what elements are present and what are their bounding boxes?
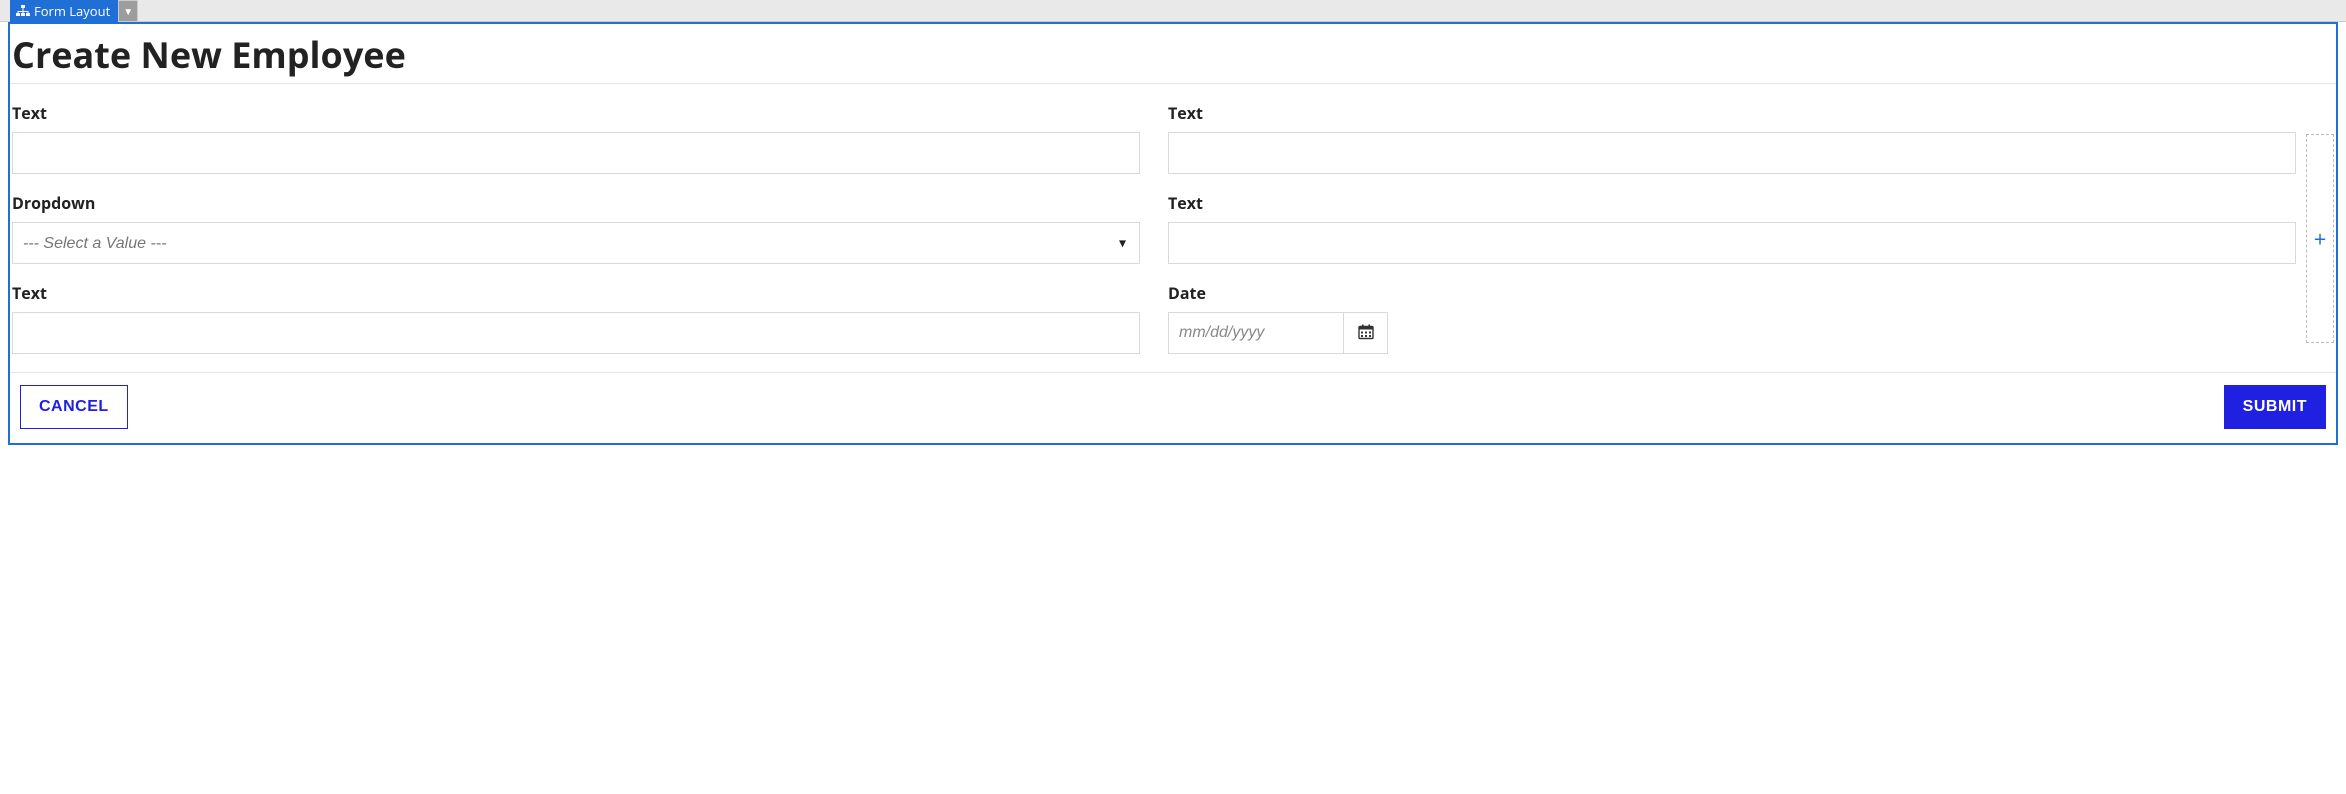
plus-icon: +	[2314, 224, 2327, 254]
date-input[interactable]	[1168, 312, 1344, 354]
dropdown-input[interactable]: --- Select a Value ---	[12, 222, 1140, 264]
field-label: Text	[12, 282, 1140, 304]
field-text-2: Text	[1168, 102, 2296, 174]
text-input[interactable]	[1168, 132, 2296, 174]
text-input[interactable]	[12, 132, 1140, 174]
date-picker-button[interactable]	[1344, 312, 1388, 354]
field-text-4: Text	[12, 282, 1140, 354]
field-label: Text	[1168, 192, 2296, 214]
submit-button[interactable]: SUBMIT	[2224, 385, 2326, 429]
cancel-button[interactable]: CANCEL	[20, 385, 128, 429]
designer-topbar: Form Layout ▼	[0, 0, 2346, 22]
component-tag[interactable]: Form Layout	[10, 0, 118, 22]
caret-down-icon: ▼	[123, 4, 133, 18]
form-actions: CANCEL SUBMIT	[10, 373, 2336, 429]
field-label: Text	[12, 102, 1140, 124]
form-layout-container[interactable]: Create New Employee Text Text Dropdown -…	[8, 22, 2338, 445]
text-input[interactable]	[1168, 222, 2296, 264]
text-input[interactable]	[12, 312, 1140, 354]
field-label: Text	[1168, 102, 2296, 124]
component-tag-dropdown[interactable]: ▼	[118, 0, 138, 22]
field-text-3: Text	[1168, 192, 2296, 264]
design-canvas: Create New Employee Text Text Dropdown -…	[8, 22, 2338, 445]
field-dropdown: Dropdown --- Select a Value ---	[12, 192, 1140, 264]
form-title: Create New Employee	[10, 30, 2336, 79]
add-column-button[interactable]: +	[2306, 134, 2334, 343]
form-grid: Text Text Dropdown --- Select a Value --…	[10, 84, 2336, 372]
component-tag-label: Form Layout	[34, 2, 110, 20]
field-label: Date	[1168, 282, 2296, 304]
sitemap-icon	[16, 5, 30, 17]
field-date: Date	[1168, 282, 2296, 354]
field-text-1: Text	[12, 102, 1140, 174]
calendar-icon	[1358, 324, 1374, 343]
field-label: Dropdown	[12, 192, 1140, 214]
